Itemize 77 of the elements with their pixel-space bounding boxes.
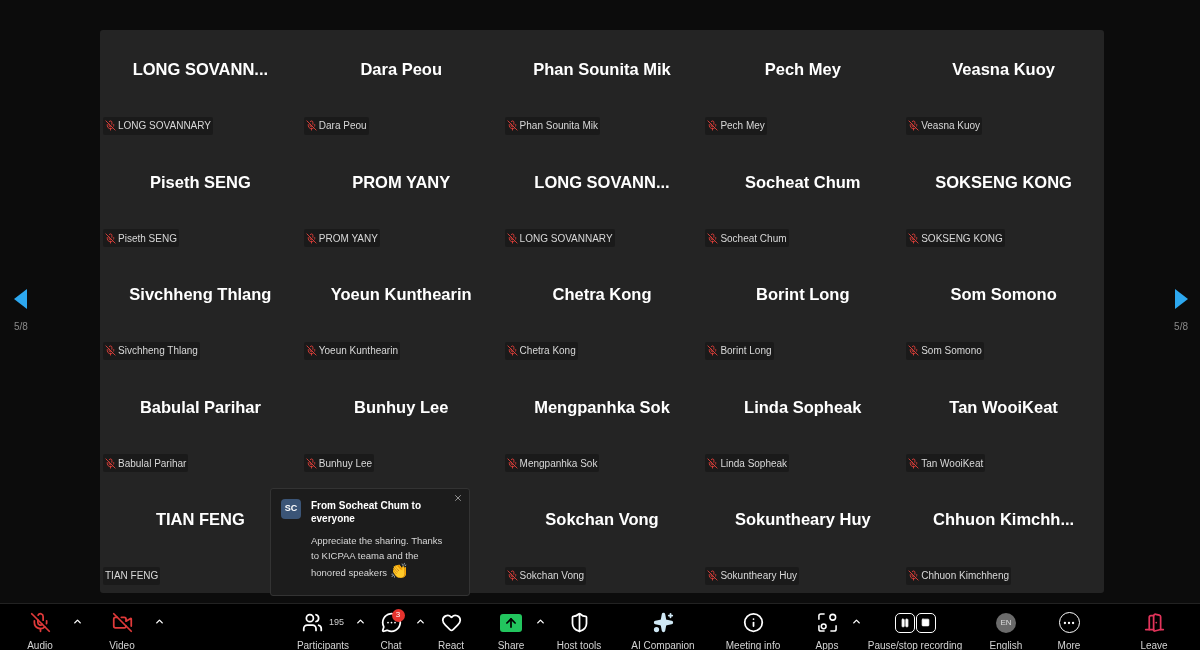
participant-name: Dara Peou <box>360 58 442 80</box>
name-tag: Linda Sopheak <box>705 454 790 473</box>
participant-name: TIAN FENG <box>155 509 245 531</box>
info-icon <box>742 612 764 634</box>
toolbar-button[interactable]: Leave <box>1132 603 1176 650</box>
participant-count: 195 <box>329 616 344 630</box>
name-tag: Chetra Kong <box>504 341 578 360</box>
name-tag: Phan Sounita Mik <box>504 116 600 135</box>
name-tag: Tan WooiKeat <box>906 454 986 473</box>
toolbar-button[interactable]: Video <box>92 603 152 650</box>
participant-name: Phan Sounita Mik <box>533 58 671 80</box>
participant-name: SOKSENG KONG <box>935 171 1072 193</box>
chat-message: Appreciate the sharing. Thanks to KICPAA teama and the honored speakers 👏 <box>311 534 444 580</box>
participant-name: Sokchan Vong <box>545 509 659 531</box>
language-badge: EN <box>996 612 1016 633</box>
pause-stop-icon <box>894 612 936 633</box>
participant-name: Veasna Kuoy <box>952 58 1055 80</box>
participant-name: Borint Long <box>756 284 850 306</box>
name-tag: Borint Long <box>705 341 774 360</box>
participant-name: Som Somono <box>950 284 1057 306</box>
participant-name: Babulal Parihar <box>139 396 261 418</box>
name-tag: Veasna Kuoy <box>906 116 983 135</box>
toolbar-button[interactable]: Host tools <box>549 603 609 650</box>
chat-sender: From Socheat Chum to everyone <box>311 499 422 525</box>
participant-name: Yoeun Kunthearin <box>330 284 472 306</box>
next-page-arrow[interactable] <box>1175 289 1188 309</box>
name-tag: Yoeun Kunthearin <box>303 341 400 360</box>
name-tag: Babulal Parihar <box>103 454 189 473</box>
name-tag: Piseth SENG <box>103 229 179 248</box>
participant-name: Sivchheng Thlang <box>129 284 272 306</box>
participant-name: Piseth SENG <box>149 171 251 193</box>
page-indicator: 5/8 <box>1174 320 1188 334</box>
name-tag: Mengpanhka Sok <box>504 454 600 473</box>
participant-name: Pech Mey <box>764 58 841 80</box>
participant-name: Bunhuy Lee <box>353 396 449 418</box>
unread-badge: 3 <box>391 608 405 622</box>
name-tag: Bunhuy Lee <box>303 454 375 473</box>
name-tag: Chhuon Kimchheng <box>906 566 1012 585</box>
name-tag: LONG SOVANNARY <box>504 229 615 248</box>
toolbar-button[interactable]: 3 Chat <box>369 603 413 650</box>
apps-icon <box>816 612 838 634</box>
toolbar-button[interactable]: Audio <box>10 603 70 650</box>
name-tag: Sokuntheary Huy <box>705 566 800 585</box>
name-tag: SOKSENG KONG <box>906 229 1005 248</box>
toolbar-button[interactable]: Share <box>489 603 533 650</box>
participant-name: LONG SOVANN... <box>534 171 670 193</box>
participant-name: PROM YANY <box>352 171 451 193</box>
avatar-initials: SC <box>281 499 301 519</box>
name-tag: Pech Mey <box>705 116 767 135</box>
toolbar-button[interactable]: React <box>429 603 473 650</box>
name-tag: Som Somono <box>906 341 984 360</box>
name-tag: Sokchan Vong <box>504 566 587 585</box>
people-icon <box>302 612 323 634</box>
page-indicator: 5/8 <box>14 320 28 334</box>
sparkle-icon <box>652 612 674 634</box>
chat-bubble-icon <box>380 612 402 634</box>
muted-microphone-icon <box>29 612 51 634</box>
participant-name: Chetra Kong <box>552 284 652 306</box>
participant-name: Tan WooiKeat <box>949 396 1058 418</box>
close-button[interactable] <box>453 493 463 503</box>
participant-name: Chhuon Kimchh... <box>933 509 1075 531</box>
heart-icon <box>440 612 462 634</box>
name-tag: LONG SOVANNARY <box>103 116 213 135</box>
participant-name: Socheat Chum <box>745 171 861 193</box>
previous-page-arrow[interactable] <box>14 289 27 309</box>
participant-name: Mengpanhka Sok <box>534 396 670 418</box>
name-tag: Dara Peou <box>303 116 369 135</box>
participant-name: Linda Sopheak <box>744 396 862 418</box>
name-tag: Socheat Chum <box>705 229 789 248</box>
name-tag: PROM YANY <box>303 229 380 248</box>
participant-name: LONG SOVANN... <box>132 58 269 80</box>
name-tag: Sivchheng Thlang <box>103 341 200 360</box>
name-tag: TIAN FENG <box>103 566 161 585</box>
participant-name: Sokuntheary Huy <box>734 509 871 531</box>
exit-door-icon <box>1143 612 1165 634</box>
toolbar-button[interactable]: More <box>1047 603 1091 650</box>
video-off-icon <box>111 612 133 634</box>
